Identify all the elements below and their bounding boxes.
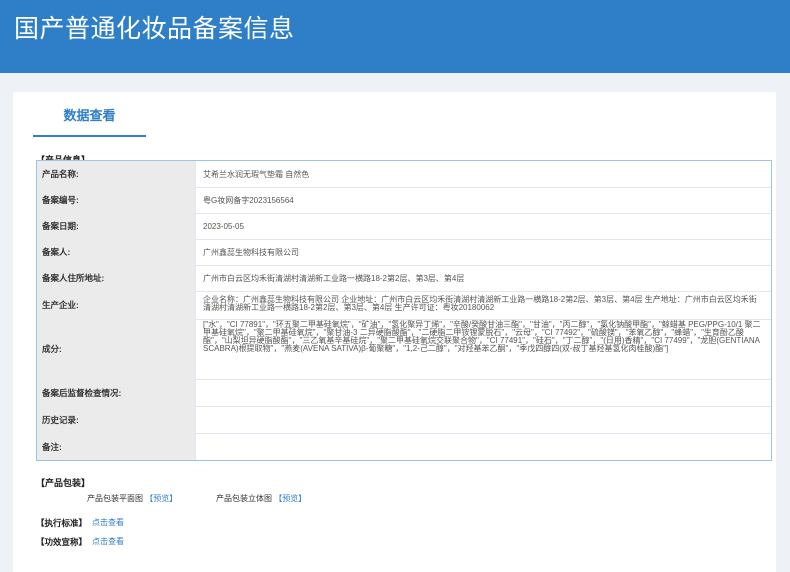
page-title: 国产普通化妆品备案信息 <box>14 15 295 43</box>
row-value: 2023-05-05 <box>203 221 244 231</box>
row-value: 粤G妆网备字2023156564 <box>203 195 294 205</box>
packaging-item-flat: 产品包装平面图 【预览】 <box>87 493 177 504</box>
packaging-item-3d: 产品包装立体图 【预览】 <box>216 493 306 504</box>
table-row: 成分: ["水"，"CI 77891"，"环五聚二甲基硅氧烷"，"矿油"，"氢化… <box>37 319 771 380</box>
row-label: 备注: <box>37 433 196 460</box>
row-value: 艾希兰水润无瑕气垫霜 自然色 <box>203 169 310 179</box>
preview-link-flat[interactable]: 【预览】 <box>145 494 177 503</box>
packaging-item-label: 产品包装立体图 <box>216 494 272 503</box>
packaging-item-label: 产品包装平面图 <box>87 494 143 503</box>
tab-bar: 数据查看 <box>13 92 776 137</box>
section-title-efficacy: 【功效宣称】 <box>36 537 88 547</box>
row-label: 备案日期: <box>37 213 196 239</box>
section-title-packaging: 【产品包装】 <box>36 478 91 488</box>
table-row: 产品名称: 艾希兰水润无瑕气垫霜 自然色 <box>37 161 771 188</box>
row-label: 备案后监督检查情况: <box>37 379 196 406</box>
page-header: 国产普通化妆品备案信息 <box>0 0 790 73</box>
table-row: 备案后监督检查情况: <box>37 379 771 407</box>
row-label: 备案人住所地址: <box>37 265 196 291</box>
row-label: 生产企业: <box>37 291 196 319</box>
product-info-table: 产品名称: 艾希兰水润无瑕气垫霜 自然色 备案编号: 粤G妆网备字2023156… <box>36 160 772 461</box>
row-label: 产品名称: <box>37 161 196 187</box>
table-row: 备案编号: 粤G妆网备字2023156564 <box>37 187 771 214</box>
table-row: 备案人: 广州鑫蕊生物科技有限公司 <box>37 239 771 266</box>
row-value <box>203 379 763 406</box>
preview-link-3d[interactable]: 【预览】 <box>274 494 306 503</box>
table-row: 生产企业: 企业名称：广州鑫蕊生物科技有限公司 企业地址：广州市白云区均禾街清湖… <box>37 291 771 320</box>
row-value: 企业名称：广州鑫蕊生物科技有限公司 企业地址：广州市白云区均禾街清湖村清湖新工业… <box>203 295 757 312</box>
row-value <box>203 406 763 433</box>
table-row: 备案日期: 2023-05-05 <box>37 213 771 240</box>
row-label: 备案编号: <box>37 187 196 213</box>
table-row: 备注: <box>37 433 771 460</box>
tab-data-view[interactable]: 数据查看 <box>33 92 146 137</box>
section-title-standard: 【执行标准】 <box>36 518 88 528</box>
row-label: 备案人: <box>37 239 196 265</box>
row-label: 历史记录: <box>37 406 196 433</box>
row-value: ["水"，"CI 77891"，"环五聚二甲基硅氧烷"，"矿油"，"氢化聚异丁烯… <box>203 320 761 353</box>
efficacy-view-link[interactable]: 点击查看 <box>92 536 124 547</box>
row-value: 广州鑫蕊生物科技有限公司 <box>203 247 299 257</box>
standard-view-link[interactable]: 点击查看 <box>92 517 124 528</box>
main-panel: 数据查看 【产品信息】 产品名称: 艾希兰水润无瑕气垫霜 自然色 备案编号: 粤… <box>13 92 776 572</box>
row-value: 广州市白云区均禾街清湖村清湖新工业路一横路18-2第2层、第3层、第4层 <box>203 273 465 283</box>
row-value <box>203 433 763 460</box>
row-label: 成分: <box>37 319 196 379</box>
table-row: 备案人住所地址: 广州市白云区均禾街清湖村清湖新工业路一横路18-2第2层、第3… <box>37 265 771 292</box>
table-row: 历史记录: <box>37 406 771 434</box>
